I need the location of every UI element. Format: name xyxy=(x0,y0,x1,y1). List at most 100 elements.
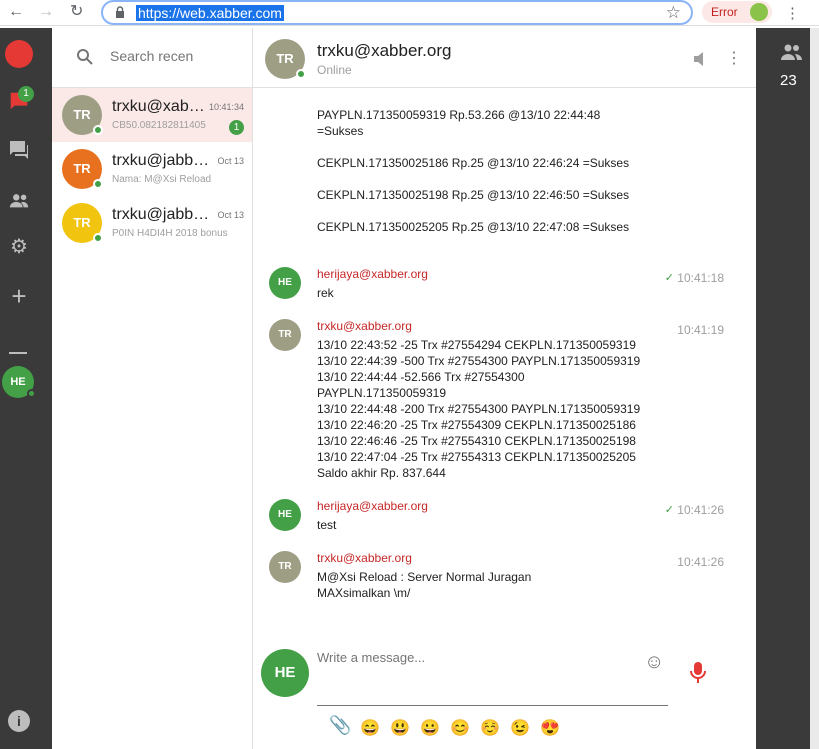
message-item: HE herijaya@xabber.org ✓ 10:41:18 rek xyxy=(253,267,756,307)
back-icon[interactable]: ← xyxy=(8,3,24,21)
contact-name: trxku@xabber.org xyxy=(112,98,212,115)
address-bar[interactable]: https://web.xabber.com ☆ xyxy=(101,0,693,25)
account-initials: HE xyxy=(10,376,26,388)
message-time: 10:41:18 xyxy=(677,271,724,285)
chat-item-trxku-jabbim[interactable]: TR trxku@jabbim.com Oct 13 Nama: M@Xsi R… xyxy=(52,142,252,196)
info-icon[interactable]: i xyxy=(8,710,30,732)
last-message-preview: Nama: M@Xsi Reload xyxy=(112,174,212,185)
avatar-initials: TR xyxy=(276,51,294,66)
sender-name[interactable]: trxku@xabber.org xyxy=(317,551,412,565)
sender-avatar[interactable]: HE xyxy=(269,267,301,299)
message-item: TR trxku@xabber.org 10:41:26 M@Xsi Reloa… xyxy=(253,551,756,607)
error-label: Error xyxy=(711,5,738,19)
sender-avatar[interactable]: HE xyxy=(269,499,301,531)
chat-contact-status: Online xyxy=(317,63,352,77)
avatar-initials: TR xyxy=(73,161,91,176)
add-account-icon[interactable]: + xyxy=(6,283,32,309)
left-rail: 1 ⚙ + HE i xyxy=(0,28,52,749)
online-status-dot xyxy=(27,389,36,398)
sender-name[interactable]: herijaya@xabber.org xyxy=(317,499,428,513)
bookmark-star-icon[interactable]: ☆ xyxy=(666,3,681,23)
right-panel: 23 xyxy=(756,28,819,749)
contacts-icon[interactable] xyxy=(6,190,32,212)
message-composer: HE ☺ 📎 😄 😃 😀 😊 ☺️ 😉 😍 xyxy=(253,645,756,749)
last-message-time: Oct 13 xyxy=(217,210,244,220)
profile-error-button[interactable]: Error xyxy=(702,1,772,23)
emoji-shortcut[interactable]: 😉 xyxy=(510,718,530,738)
volume-icon[interactable] xyxy=(693,52,709,66)
last-message-preview: P0IN H4DI4H 2018 bonus xyxy=(112,228,228,239)
emoji-shortcut[interactable]: 😃 xyxy=(390,718,410,738)
message-body: test xyxy=(317,518,337,532)
sender-name[interactable]: trxku@xabber.org xyxy=(317,319,412,333)
message-line: CEKPLN.171350025186 Rp.25 @13/10 22:46:2… xyxy=(317,156,630,170)
message-time: 10:41:26 xyxy=(677,503,724,517)
search-icon xyxy=(77,49,93,65)
unread-count-badge: 1 xyxy=(229,120,244,135)
chat-item-trxku-jabber-cz[interactable]: TR trxku@jabber.cz Oct 13 P0IN H4DI4H 20… xyxy=(52,196,252,250)
message-item: TR trxku@xabber.org 10:41:19 13/10 22:43… xyxy=(253,319,756,483)
contact-avatar: TR xyxy=(62,95,103,135)
emoji-shortcut[interactable]: ☺️ xyxy=(480,718,500,738)
avatar-initials: TR xyxy=(73,215,91,230)
settings-gear-icon[interactable]: ⚙ xyxy=(6,234,32,260)
recent-chats-panel: TR trxku@xabber.org 10:41:34 CB50.082182… xyxy=(52,28,253,749)
chat-panel: TR trxku@xabber.org Online ⋮ PAYPLN.1713… xyxy=(253,28,756,749)
reload-icon[interactable]: ↻ xyxy=(70,3,83,21)
message-time: 10:41:19 xyxy=(677,323,724,337)
forward-icon[interactable]: → xyxy=(38,3,54,21)
url-text[interactable]: https://web.xabber.com xyxy=(136,5,284,21)
online-status-dot xyxy=(296,69,306,79)
search-input[interactable] xyxy=(110,48,250,64)
message-line: =Sukses xyxy=(317,124,364,138)
emoji-shortcut[interactable]: 😀 xyxy=(420,718,440,738)
sender-name[interactable]: herijaya@xabber.org xyxy=(317,267,428,281)
last-message-preview: CB50.082182811405 xyxy=(112,120,206,131)
chat-contact-avatar[interactable]: TR xyxy=(265,39,306,79)
message-body: rek xyxy=(317,286,334,300)
sender-avatar[interactable]: TR xyxy=(269,319,301,351)
participants-count: 23 xyxy=(780,72,797,89)
emoji-shortcut[interactable]: 😍 xyxy=(540,718,560,738)
message-body: M@Xsi Reload : Server Normal Juragan MAX… xyxy=(317,570,532,600)
online-status-dot xyxy=(93,179,103,189)
chat-header: TR trxku@xabber.org Online ⋮ xyxy=(253,28,756,88)
contact-name: trxku@jabber.cz xyxy=(112,206,212,223)
contact-avatar: TR xyxy=(62,149,103,189)
message-item: HE herijaya@xabber.org ✓ 10:41:26 test xyxy=(253,499,756,539)
input-underline xyxy=(317,705,668,706)
chat-menu-icon[interactable]: ⋮ xyxy=(726,48,742,68)
emoji-shortcut[interactable]: 😊 xyxy=(450,718,470,738)
contact-name: trxku@jabbim.com xyxy=(112,152,212,169)
profile-avatar xyxy=(750,3,768,21)
message-input[interactable] xyxy=(317,650,667,665)
emoji-shortcut[interactable]: 😄 xyxy=(360,718,380,738)
participants-icon[interactable] xyxy=(780,44,804,60)
search-bar xyxy=(52,28,252,88)
attach-file-icon[interactable]: 📎 xyxy=(329,715,351,736)
last-message-time: 10:41:34 xyxy=(208,102,244,112)
chat-contact-name[interactable]: trxku@xabber.org xyxy=(317,41,451,61)
all-chats-icon[interactable] xyxy=(6,138,32,162)
message-line: CEKPLN.171350025205 Rp.25 @13/10 22:47:0… xyxy=(317,220,630,234)
contact-avatar: TR xyxy=(62,203,103,243)
browser-menu-icon[interactable]: ⋮ xyxy=(785,4,800,22)
browser-toolbar: ← → ↻ https://web.xabber.com ☆ Error ⋮ xyxy=(0,0,819,26)
delivered-check-icon: ✓ xyxy=(664,504,674,516)
message-time: 10:41:26 xyxy=(677,555,724,569)
unread-badge: 1 xyxy=(18,86,34,102)
chat-item-trxku-xabber[interactable]: TR trxku@xabber.org 10:41:34 CB50.082182… xyxy=(52,88,252,142)
background-page-edge xyxy=(810,28,819,749)
account-avatar[interactable]: HE xyxy=(2,366,36,398)
avatar-initials: TR xyxy=(73,107,91,122)
sender-avatar[interactable]: TR xyxy=(269,551,301,583)
message-line: CEKPLN.171350025198 Rp.25 @13/10 22:46:5… xyxy=(317,188,630,202)
delivered-check-icon: ✓ xyxy=(664,272,674,284)
xabber-logo-icon[interactable] xyxy=(5,40,33,68)
microphone-icon[interactable] xyxy=(690,661,706,685)
last-message-time: Oct 13 xyxy=(217,156,244,166)
emoji-picker-icon[interactable]: ☺ xyxy=(644,651,664,674)
composer-avatar: HE xyxy=(261,649,309,697)
message-body: 13/10 22:43:52 -25 Trx #27554294 CEKPLN.… xyxy=(317,338,641,480)
message-list: PAYPLN.171350059319 Rp.53.266 @13/10 22:… xyxy=(253,89,756,649)
